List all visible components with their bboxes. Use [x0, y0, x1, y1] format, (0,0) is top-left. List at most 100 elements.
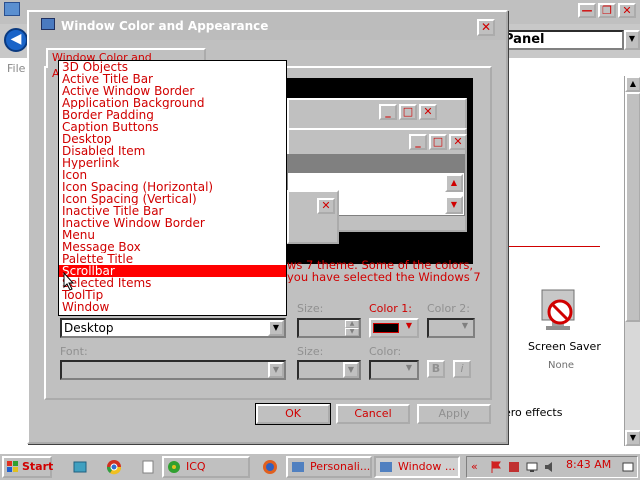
notification-icon[interactable]: [621, 460, 635, 474]
theme-note-line2: you have selected the Windows 7: [287, 270, 481, 283]
address-bar[interactable]: Panel: [496, 30, 624, 50]
list-item[interactable]: Palette Title: [59, 253, 286, 265]
list-item[interactable]: Inactive Title Bar: [59, 205, 286, 217]
scroll-thumb[interactable]: [625, 92, 640, 322]
network-icon[interactable]: [525, 460, 539, 474]
clock[interactable]: 8:43 AM: [566, 458, 611, 471]
scroll-up-icon[interactable]: ▲: [625, 76, 640, 92]
tray-expand-icon[interactable]: «: [471, 460, 485, 474]
list-item[interactable]: Active Window Border: [59, 85, 286, 97]
item-select-value: Desktop: [64, 321, 114, 335]
preview-scroll-down-icon: ▼: [445, 196, 463, 214]
document-icon[interactable]: [140, 459, 156, 475]
action-center-flag-icon[interactable]: [489, 460, 503, 474]
list-item[interactable]: Message Box: [59, 241, 286, 253]
preview-inactive-window: _ □ ✕: [287, 98, 467, 130]
preview-close-icon: ✕: [419, 104, 437, 120]
aero-effects-link[interactable]: ero effects: [504, 406, 562, 419]
start-label: Start: [22, 460, 54, 473]
chevron-down-icon[interactable]: ▼: [268, 362, 284, 378]
font-size-select[interactable]: ▼: [297, 360, 361, 380]
list-item[interactable]: 3D Objects: [59, 61, 286, 73]
taskbar: Start ICQ Personali... Window ... « 8:43…: [0, 452, 640, 480]
list-item[interactable]: ToolTip: [59, 289, 286, 301]
icq-flower-icon: [168, 461, 180, 473]
color1-picker[interactable]: ▼: [369, 318, 419, 338]
control-panel-scrollbar[interactable]: ▲ ▼: [624, 76, 640, 446]
preview-scroll-up-icon: ▲: [445, 174, 463, 192]
list-item[interactable]: Icon Spacing (Vertical): [59, 193, 286, 205]
item-select[interactable]: Desktop ▼: [60, 318, 286, 338]
color1-label: Color 1:: [369, 302, 412, 315]
control-panel-app-icon: [4, 2, 20, 16]
list-item[interactable]: Inactive Window Border: [59, 217, 286, 229]
item-dropdown-list[interactable]: 3D Objects Active Title Bar Active Window …: [58, 60, 287, 316]
list-item[interactable]: Icon: [59, 169, 286, 181]
size-spinner[interactable]: ▲ ▼: [345, 320, 359, 336]
taskbar-personalization-button[interactable]: Personali...: [286, 456, 372, 478]
taskbar-window-color-button[interactable]: Window ...: [374, 456, 460, 478]
list-item[interactable]: Caption Buttons: [59, 121, 286, 133]
list-item[interactable]: Menu: [59, 229, 286, 241]
list-item[interactable]: Scrollbar: [59, 265, 286, 277]
list-item[interactable]: Window: [59, 301, 286, 313]
size-stepper[interactable]: ▲ ▼: [297, 318, 361, 338]
chevron-down-icon[interactable]: ▼: [268, 320, 284, 336]
show-desktop-icon[interactable]: [72, 459, 88, 475]
apply-button[interactable]: Apply: [417, 404, 491, 424]
window-color-label: Window ...: [398, 460, 456, 473]
preview-msg-close-icon: ✕: [317, 198, 335, 214]
spin-up-icon[interactable]: ▲: [345, 320, 359, 328]
dialog-title: Window Color and Appearance: [61, 19, 269, 33]
ok-button[interactable]: OK: [255, 403, 331, 425]
italic-button[interactable]: i: [453, 360, 471, 378]
windows-flag-icon: [7, 461, 18, 472]
color2-picker[interactable]: ▼: [427, 318, 475, 338]
font-label: Font:: [60, 345, 88, 358]
close-button[interactable]: ✕: [618, 3, 636, 18]
list-item[interactable]: Desktop: [59, 133, 286, 145]
chrome-icon[interactable]: [106, 459, 122, 475]
scroll-down-icon[interactable]: ▼: [625, 430, 640, 446]
start-button[interactable]: Start: [2, 456, 54, 478]
font-color-picker[interactable]: ▼: [369, 360, 419, 380]
preview-message-box: ✕: [287, 190, 339, 244]
bold-button[interactable]: B: [427, 360, 445, 378]
volume-icon[interactable]: [543, 460, 557, 474]
font-select[interactable]: ▼: [60, 360, 286, 380]
dialog-app-icon: [41, 18, 55, 30]
chevron-down-icon[interactable]: ▼: [401, 320, 417, 336]
firefox-icon[interactable]: [262, 459, 278, 475]
list-item[interactable]: Disabled Item: [59, 145, 286, 157]
list-item[interactable]: Icon Spacing (Horizontal): [59, 181, 286, 193]
font-color-label: Color:: [369, 345, 402, 358]
screen-saver-label[interactable]: Screen Saver: [528, 340, 601, 353]
minimize-button[interactable]: —: [578, 3, 596, 18]
list-item[interactable]: Application Background: [59, 97, 286, 109]
maximize-button[interactable]: ❐: [598, 3, 616, 18]
taskbar-icq-button[interactable]: ICQ: [162, 456, 250, 478]
chevron-down-icon[interactable]: ▼: [401, 362, 417, 378]
spin-down-icon[interactable]: ▼: [345, 328, 359, 336]
theme-note: ws 7 theme. Some of the colors, you have…: [287, 259, 487, 283]
chevron-down-icon[interactable]: ▼: [343, 362, 359, 378]
chevron-down-icon[interactable]: ▼: [457, 320, 473, 336]
list-item[interactable]: Selected Items: [59, 277, 286, 289]
dialog-titlebar: Window Color and Appearance ✕: [29, 12, 506, 40]
tray-app-icon[interactable]: [507, 460, 521, 474]
address-dropdown-icon[interactable]: ▼: [624, 30, 640, 50]
preview-minimize-icon: _: [379, 104, 397, 120]
icq-label: ICQ: [186, 460, 206, 473]
list-item[interactable]: Hyperlink: [59, 157, 286, 169]
menu-file[interactable]: File: [7, 62, 25, 75]
screen-saver-icon[interactable]: [538, 288, 578, 334]
personalization-icon: [292, 462, 304, 472]
cancel-button[interactable]: Cancel: [336, 404, 410, 424]
personalization-label: Personali...: [310, 460, 371, 473]
list-item[interactable]: Active Title Bar: [59, 73, 286, 85]
preview-minimize-icon: _: [409, 134, 427, 150]
list-item[interactable]: Border Padding: [59, 109, 286, 121]
dialog-close-button[interactable]: ✕: [477, 19, 495, 36]
preview-maximize-icon: □: [399, 104, 417, 120]
back-arrow-icon[interactable]: ◀: [4, 28, 28, 52]
